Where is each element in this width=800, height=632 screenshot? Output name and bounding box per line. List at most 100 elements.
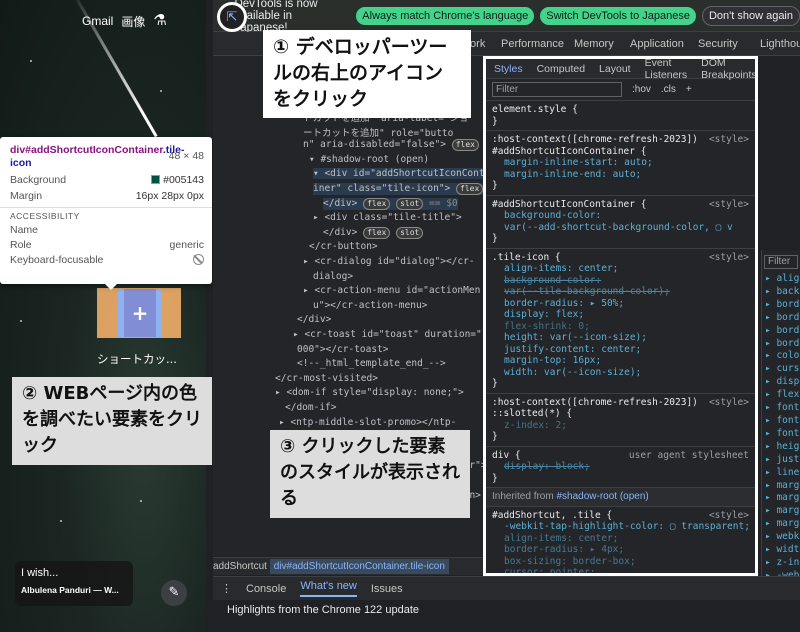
- match-language-button[interactable]: Always match Chrome's language: [356, 6, 535, 25]
- dom-node-line[interactable]: iner" class="tile-icon"> flex: [313, 183, 483, 195]
- slot-badge[interactable]: slot: [396, 226, 424, 239]
- element-style-rule[interactable]: element.style {: [492, 104, 578, 115]
- css-rule[interactable]: <style> .tile-icon {align-items: center; b…: [486, 249, 755, 394]
- dom-node-line[interactable]: ▸ <cr-action-menu id="actionMen flex: [303, 285, 483, 297]
- css-rule[interactable]: <style>:host-context([chrome-refresh-202…: [486, 131, 755, 196]
- rule-source[interactable]: <style>: [709, 134, 749, 146]
- pencil-icon[interactable]: ✎: [161, 580, 187, 606]
- computed-property[interactable]: ▸ bord: [762, 299, 800, 312]
- slot-badge[interactable]: slot: [396, 197, 424, 210]
- dom-node-line[interactable]: n" aria-disabled="false"> flex: [303, 139, 479, 152]
- flask-icon[interactable]: ⚗: [153, 12, 169, 30]
- css-property[interactable]: background-color:: [492, 275, 749, 287]
- tab-application[interactable]: Application: [630, 38, 684, 50]
- css-property[interactable]: margin-inline-start: auto;: [492, 157, 749, 169]
- css-property[interactable]: border-radius: ▸ 4px;: [492, 544, 749, 556]
- tab-styles[interactable]: Styles: [494, 63, 523, 75]
- dom-node-line[interactable]: u"></cr-action-menu>: [313, 300, 427, 311]
- shortcut-label[interactable]: ショートカッ...: [97, 351, 177, 367]
- css-rule[interactable]: <style>:host-context([chrome-refresh-202…: [486, 394, 755, 447]
- dom-node-line[interactable]: </cr-most-visited>: [275, 373, 378, 384]
- computed-property[interactable]: ▸ marg: [762, 518, 800, 531]
- breadcrumb-current[interactable]: div#addShortcutIconContainer.tile-icon: [269, 559, 449, 574]
- css-rule[interactable]: <style> #addShortcutIconContainer {backgr…: [486, 196, 755, 249]
- css-property[interactable]: box-sizing: border-box;: [492, 556, 749, 568]
- css-property[interactable]: background-color:: [492, 210, 749, 222]
- computed-property[interactable]: ▸ disp: [762, 376, 800, 389]
- background-attribution[interactable]: I wish... Albulena Panduri — W...: [15, 561, 133, 606]
- new-rule-button[interactable]: +: [686, 84, 692, 95]
- dom-node-line[interactable]: ▸ <div class="tile-title">: [313, 212, 462, 223]
- css-property[interactable]: margin-top: 16px;: [492, 355, 749, 367]
- tab-security[interactable]: Security: [698, 38, 738, 50]
- dom-node-line[interactable]: ▾ <div id="addShortcutIconConta: [313, 168, 483, 180]
- dom-node-line[interactable]: </div> flex slot: [323, 226, 424, 239]
- css-property[interactable]: align-items: center;: [492, 533, 749, 545]
- css-property[interactable]: display: block;: [492, 461, 749, 473]
- images-link[interactable]: 画像: [121, 13, 145, 30]
- rule-source[interactable]: <style>: [709, 199, 749, 211]
- styles-filter-input[interactable]: Filter: [492, 82, 622, 97]
- dom-node-line[interactable]: </div> flex slot == $0: [323, 197, 458, 210]
- css-rule[interactable]: user agent stylesheet div {display: block…: [486, 447, 755, 488]
- dom-node-line[interactable]: ▾ #shadow-root (open): [309, 154, 429, 165]
- flex-badge[interactable]: flex: [456, 183, 483, 195]
- tab-console[interactable]: Console: [246, 583, 286, 595]
- computed-property[interactable]: ▸ font: [762, 402, 800, 415]
- rule-source[interactable]: <style>: [709, 397, 749, 409]
- computed-property[interactable]: ▸ marg: [762, 480, 800, 493]
- rule-source[interactable]: <style>: [709, 252, 749, 264]
- kebab-menu-icon[interactable]: ⋮: [221, 582, 232, 595]
- rule-source[interactable]: user agent stylesheet: [629, 450, 749, 462]
- computed-property[interactable]: ▸ bord: [762, 312, 800, 325]
- gmail-link[interactable]: Gmail: [82, 14, 113, 28]
- computed-property[interactable]: ▸ font: [762, 428, 800, 441]
- tab-memory[interactable]: Memory: [574, 38, 614, 50]
- dom-node-line[interactable]: ▸ <dom-if style="display: none;">: [275, 387, 464, 398]
- computed-property[interactable]: ▸ back: [762, 286, 800, 299]
- hov-button[interactable]: :hov: [632, 84, 651, 95]
- dom-node-line[interactable]: </cr-button>: [309, 241, 378, 252]
- computed-property[interactable]: ▸ widt: [762, 544, 800, 557]
- computed-property[interactable]: ▸ marg: [762, 492, 800, 505]
- computed-property[interactable]: ▸ flex: [762, 389, 800, 402]
- computed-property[interactable]: ▸ bord: [762, 338, 800, 351]
- flex-badge[interactable]: flex: [363, 226, 391, 239]
- computed-property[interactable]: ▸ colo: [762, 350, 800, 363]
- tab-lighthouse[interactable]: Lighthou: [760, 38, 800, 50]
- computed-filter-input[interactable]: Filter: [764, 255, 798, 269]
- dom-node-line[interactable]: 000"></cr-toast>: [297, 344, 389, 355]
- tab-dom-breakpoints[interactable]: DOM Breakpoints: [701, 59, 755, 81]
- dom-node-line[interactable]: dialog>: [313, 271, 353, 282]
- tab-performance[interactable]: Performance: [501, 38, 564, 50]
- dom-node-line[interactable]: </div>: [297, 314, 331, 325]
- rule-source[interactable]: <style>: [709, 510, 749, 522]
- css-property[interactable]: justify-content: center;: [492, 344, 749, 356]
- tab-layout[interactable]: Layout: [599, 63, 631, 75]
- dom-node-line[interactable]: </dom-if>: [285, 402, 336, 413]
- css-property[interactable]: flex-shrink: 0;: [492, 321, 749, 333]
- dont-show-again-button[interactable]: Don't show again: [701, 5, 800, 26]
- computed-property[interactable]: ▸ webk: [762, 531, 800, 544]
- css-property[interactable]: margin-inline-end: auto;: [492, 169, 749, 181]
- inherited-link[interactable]: #shadow-root (open): [556, 491, 648, 502]
- computed-property[interactable]: ▸ heig: [762, 441, 800, 454]
- computed-property[interactable]: ▸ alig: [762, 273, 800, 286]
- add-shortcut-icon-container[interactable]: +: [118, 289, 162, 337]
- css-property[interactable]: z-index: 2;: [492, 420, 749, 432]
- computed-property[interactable]: ▸ line: [762, 467, 800, 480]
- tab-issues[interactable]: Issues: [371, 583, 403, 595]
- computed-property[interactable]: ▸ just: [762, 454, 800, 467]
- computed-property[interactable]: ▸ bord: [762, 325, 800, 338]
- css-rule[interactable]: <style> #addShortcut, .tile {-webkit-tap-…: [486, 507, 755, 574]
- css-property[interactable]: width: var(--icon-size);: [492, 367, 749, 379]
- dom-node-line[interactable]: ▸ <cr-dialog id="dialog"></cr-: [303, 256, 475, 267]
- switch-japanese-button[interactable]: Switch DevTools to Japanese: [540, 6, 696, 25]
- dom-node-line[interactable]: <!--_html_template_end_-->: [297, 358, 446, 369]
- css-property[interactable]: height: var(--icon-size);: [492, 332, 749, 344]
- cls-button[interactable]: .cls: [661, 84, 676, 95]
- css-property[interactable]: var(--add-shortcut-background-color, ▢ v: [492, 222, 749, 234]
- computed-property[interactable]: ▸ z-in: [762, 557, 800, 570]
- css-property[interactable]: border-radius: ▸ 50%;: [492, 298, 749, 310]
- dom-node-line[interactable]: ートカットを追加" role="butto: [303, 125, 453, 139]
